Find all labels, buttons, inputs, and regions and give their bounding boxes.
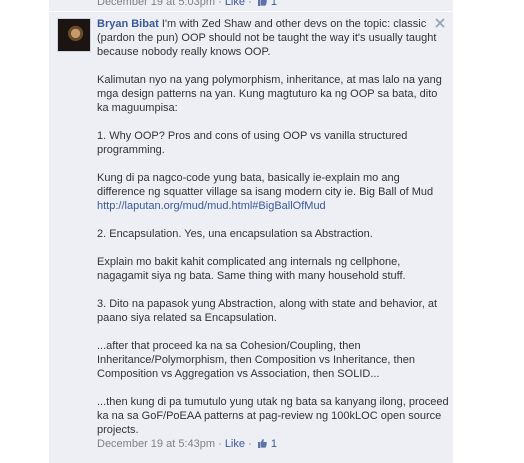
previous-like-link[interactable]: Like (225, 0, 245, 8)
comment-paragraph: 1. Why OOP? Pros and cons of using OOP v… (97, 130, 408, 156)
comment-paragraph: ...after that proceed ka na sa Cohesion/… (97, 340, 415, 380)
thumbs-up-icon[interactable] (257, 0, 267, 6)
comment-body: Bryan Bibat I'm with Zed Shaw and other … (97, 17, 449, 451)
big-ball-of-mud-link[interactable]: http://laputan.org/mud/mud.html#BigBallO… (97, 200, 326, 212)
previous-timestamp[interactable]: December 19 at 5:03pm (97, 0, 215, 8)
comment-author[interactable]: Bryan Bibat (97, 18, 159, 30)
comment-divider (49, 11, 453, 12)
comment-paragraph: Kung di pa nagco-code yung bata, basical… (97, 172, 434, 198)
like-link[interactable]: Like (225, 438, 245, 450)
comment-timestamp[interactable]: December 19 at 5:43pm (97, 438, 215, 450)
comment-paragraph: Explain mo bakit kahit complicated ang i… (97, 256, 406, 282)
previous-comment-meta: December 19 at 5:03pm · Like · 1 (97, 0, 277, 9)
comment-paragraph: 3. Dito na papasok yung Abstraction, alo… (97, 298, 438, 324)
comment-meta: December 19 at 5:43pm · Like · 1 (97, 438, 277, 450)
comment-paragraph: ...then kung di pa tumutulo yung utak ng… (97, 396, 449, 436)
like-count[interactable]: 1 (271, 438, 277, 450)
comment-paragraph: Kalimutan nyo na yang polymorphism, inhe… (97, 74, 442, 114)
thumbs-up-icon[interactable] (257, 438, 267, 448)
comment-intro: Bryan Bibat I'm with Zed Shaw and other … (97, 17, 449, 59)
avatar[interactable] (57, 18, 91, 52)
previous-like-count[interactable]: 1 (271, 0, 277, 8)
comment-paragraph: 2. Encapsulation. Yes, una encapsulation… (97, 228, 373, 240)
